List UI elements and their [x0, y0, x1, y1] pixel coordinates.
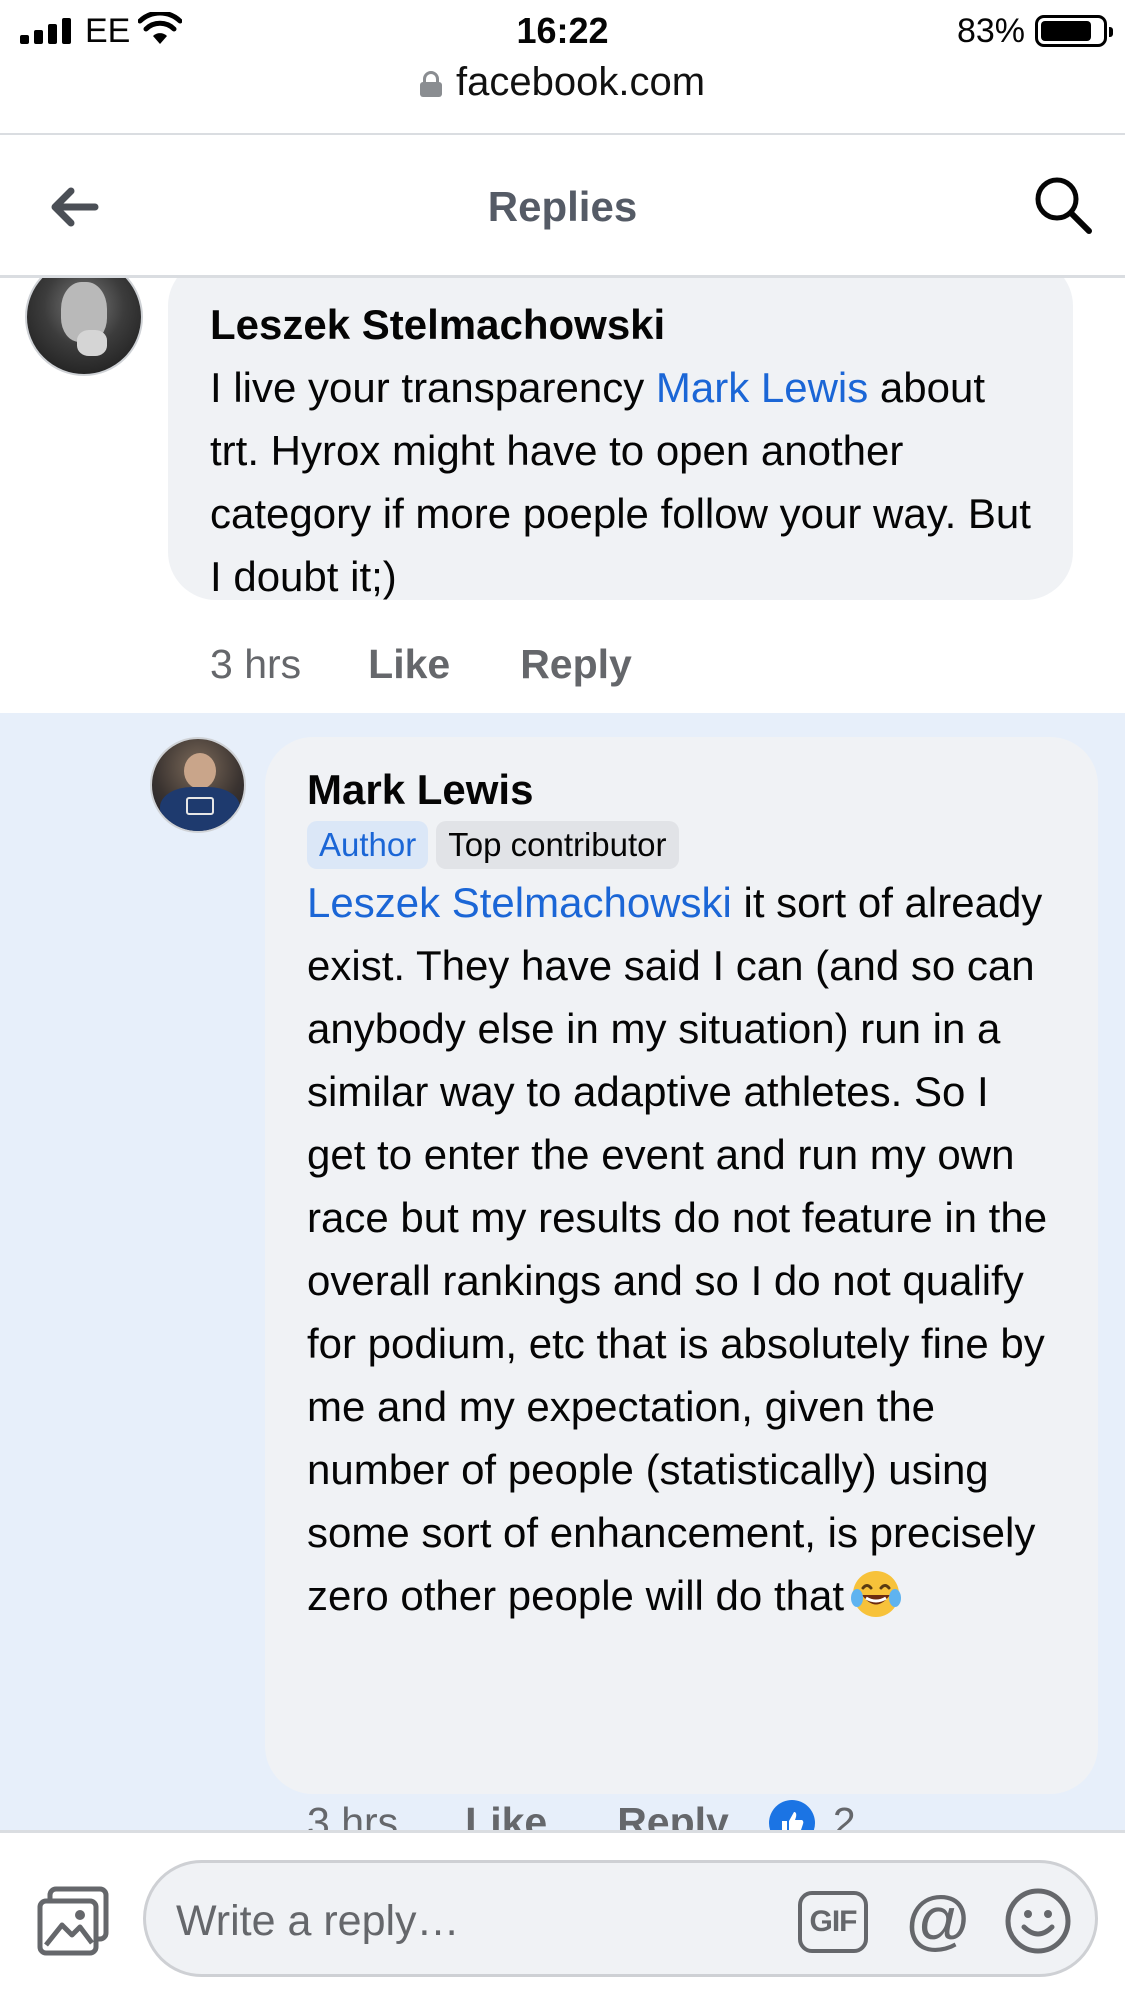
comment-text-part: I live your transparency: [210, 364, 656, 412]
comment-text: Leszek Stelmachowski it sort of already …: [307, 871, 1058, 1627]
reply-composer: Write a reply… GIF @: [0, 1830, 1125, 2001]
comment-text-part: it sort of already exist. They have said…: [307, 879, 1048, 1620]
emoji-button[interactable]: [1004, 1887, 1072, 1955]
search-button[interactable]: [1031, 173, 1095, 237]
reply-input[interactable]: Write a reply… GIF @: [143, 1860, 1098, 1977]
comment-time[interactable]: 3 hrs: [307, 1799, 398, 1830]
lock-icon: [419, 71, 442, 97]
reply-placeholder: Write a reply…: [176, 1897, 460, 1945]
thumbs-up-icon[interactable]: [768, 1799, 815, 1830]
reaction-count[interactable]: 2: [833, 1799, 856, 1830]
comment: Leszek Stelmachowski I live your transpa…: [0, 278, 1125, 713]
comment-author[interactable]: Mark Lewis: [307, 766, 1058, 813]
comment-actions: 3 hrs Like Reply 2: [307, 1799, 856, 1830]
author-badge: Author: [307, 821, 429, 870]
like-button[interactable]: Like: [368, 641, 450, 688]
status-bar: EE 16:22 83%: [0, 0, 1125, 62]
author-badges: Author Top contributor: [307, 821, 1058, 870]
replies-header: Replies: [0, 135, 1125, 278]
reply-button[interactable]: Reply: [520, 641, 632, 688]
battery-icon: [1035, 15, 1113, 47]
face-with-tears-of-joy-icon: [851, 1571, 901, 1618]
avatar[interactable]: [150, 737, 246, 833]
gif-button[interactable]: GIF: [798, 1891, 868, 1953]
top-contributor-badge: Top contributor: [436, 821, 679, 870]
comment-time[interactable]: 3 hrs: [210, 641, 301, 688]
address-bar[interactable]: facebook.com: [0, 60, 1125, 112]
comment-bubble: Mark Lewis Author Top contributor Leszek…: [265, 737, 1098, 1794]
comment-text: I live your transparency Mark Lewis abou…: [210, 356, 1035, 608]
highlighted-reply: Mark Lewis Author Top contributor Leszek…: [0, 713, 1125, 1830]
page-title: Replies: [487, 183, 638, 230]
battery-percent: 83%: [956, 12, 1025, 50]
photo-button[interactable]: [36, 1885, 112, 1957]
mention-link[interactable]: Mark Lewis: [656, 364, 868, 411]
comment-author[interactable]: Leszek Stelmachowski: [210, 301, 1035, 348]
mention-button[interactable]: @: [902, 1885, 974, 1957]
smiley-icon: [1005, 1888, 1071, 1954]
url-text: facebook.com: [455, 60, 706, 104]
search-icon: [1035, 177, 1092, 234]
battery-level: [1041, 21, 1091, 41]
comment-bubble: Leszek Stelmachowski I live your transpa…: [168, 278, 1073, 600]
comment-actions: 3 hrs Like Reply: [210, 641, 632, 688]
reply-button[interactable]: Reply: [617, 1799, 729, 1830]
avatar[interactable]: [25, 278, 143, 376]
like-button[interactable]: Like: [465, 1799, 547, 1830]
mention-link[interactable]: Leszek Stelmachowski: [307, 879, 732, 926]
photo-icon: [37, 1886, 109, 1956]
